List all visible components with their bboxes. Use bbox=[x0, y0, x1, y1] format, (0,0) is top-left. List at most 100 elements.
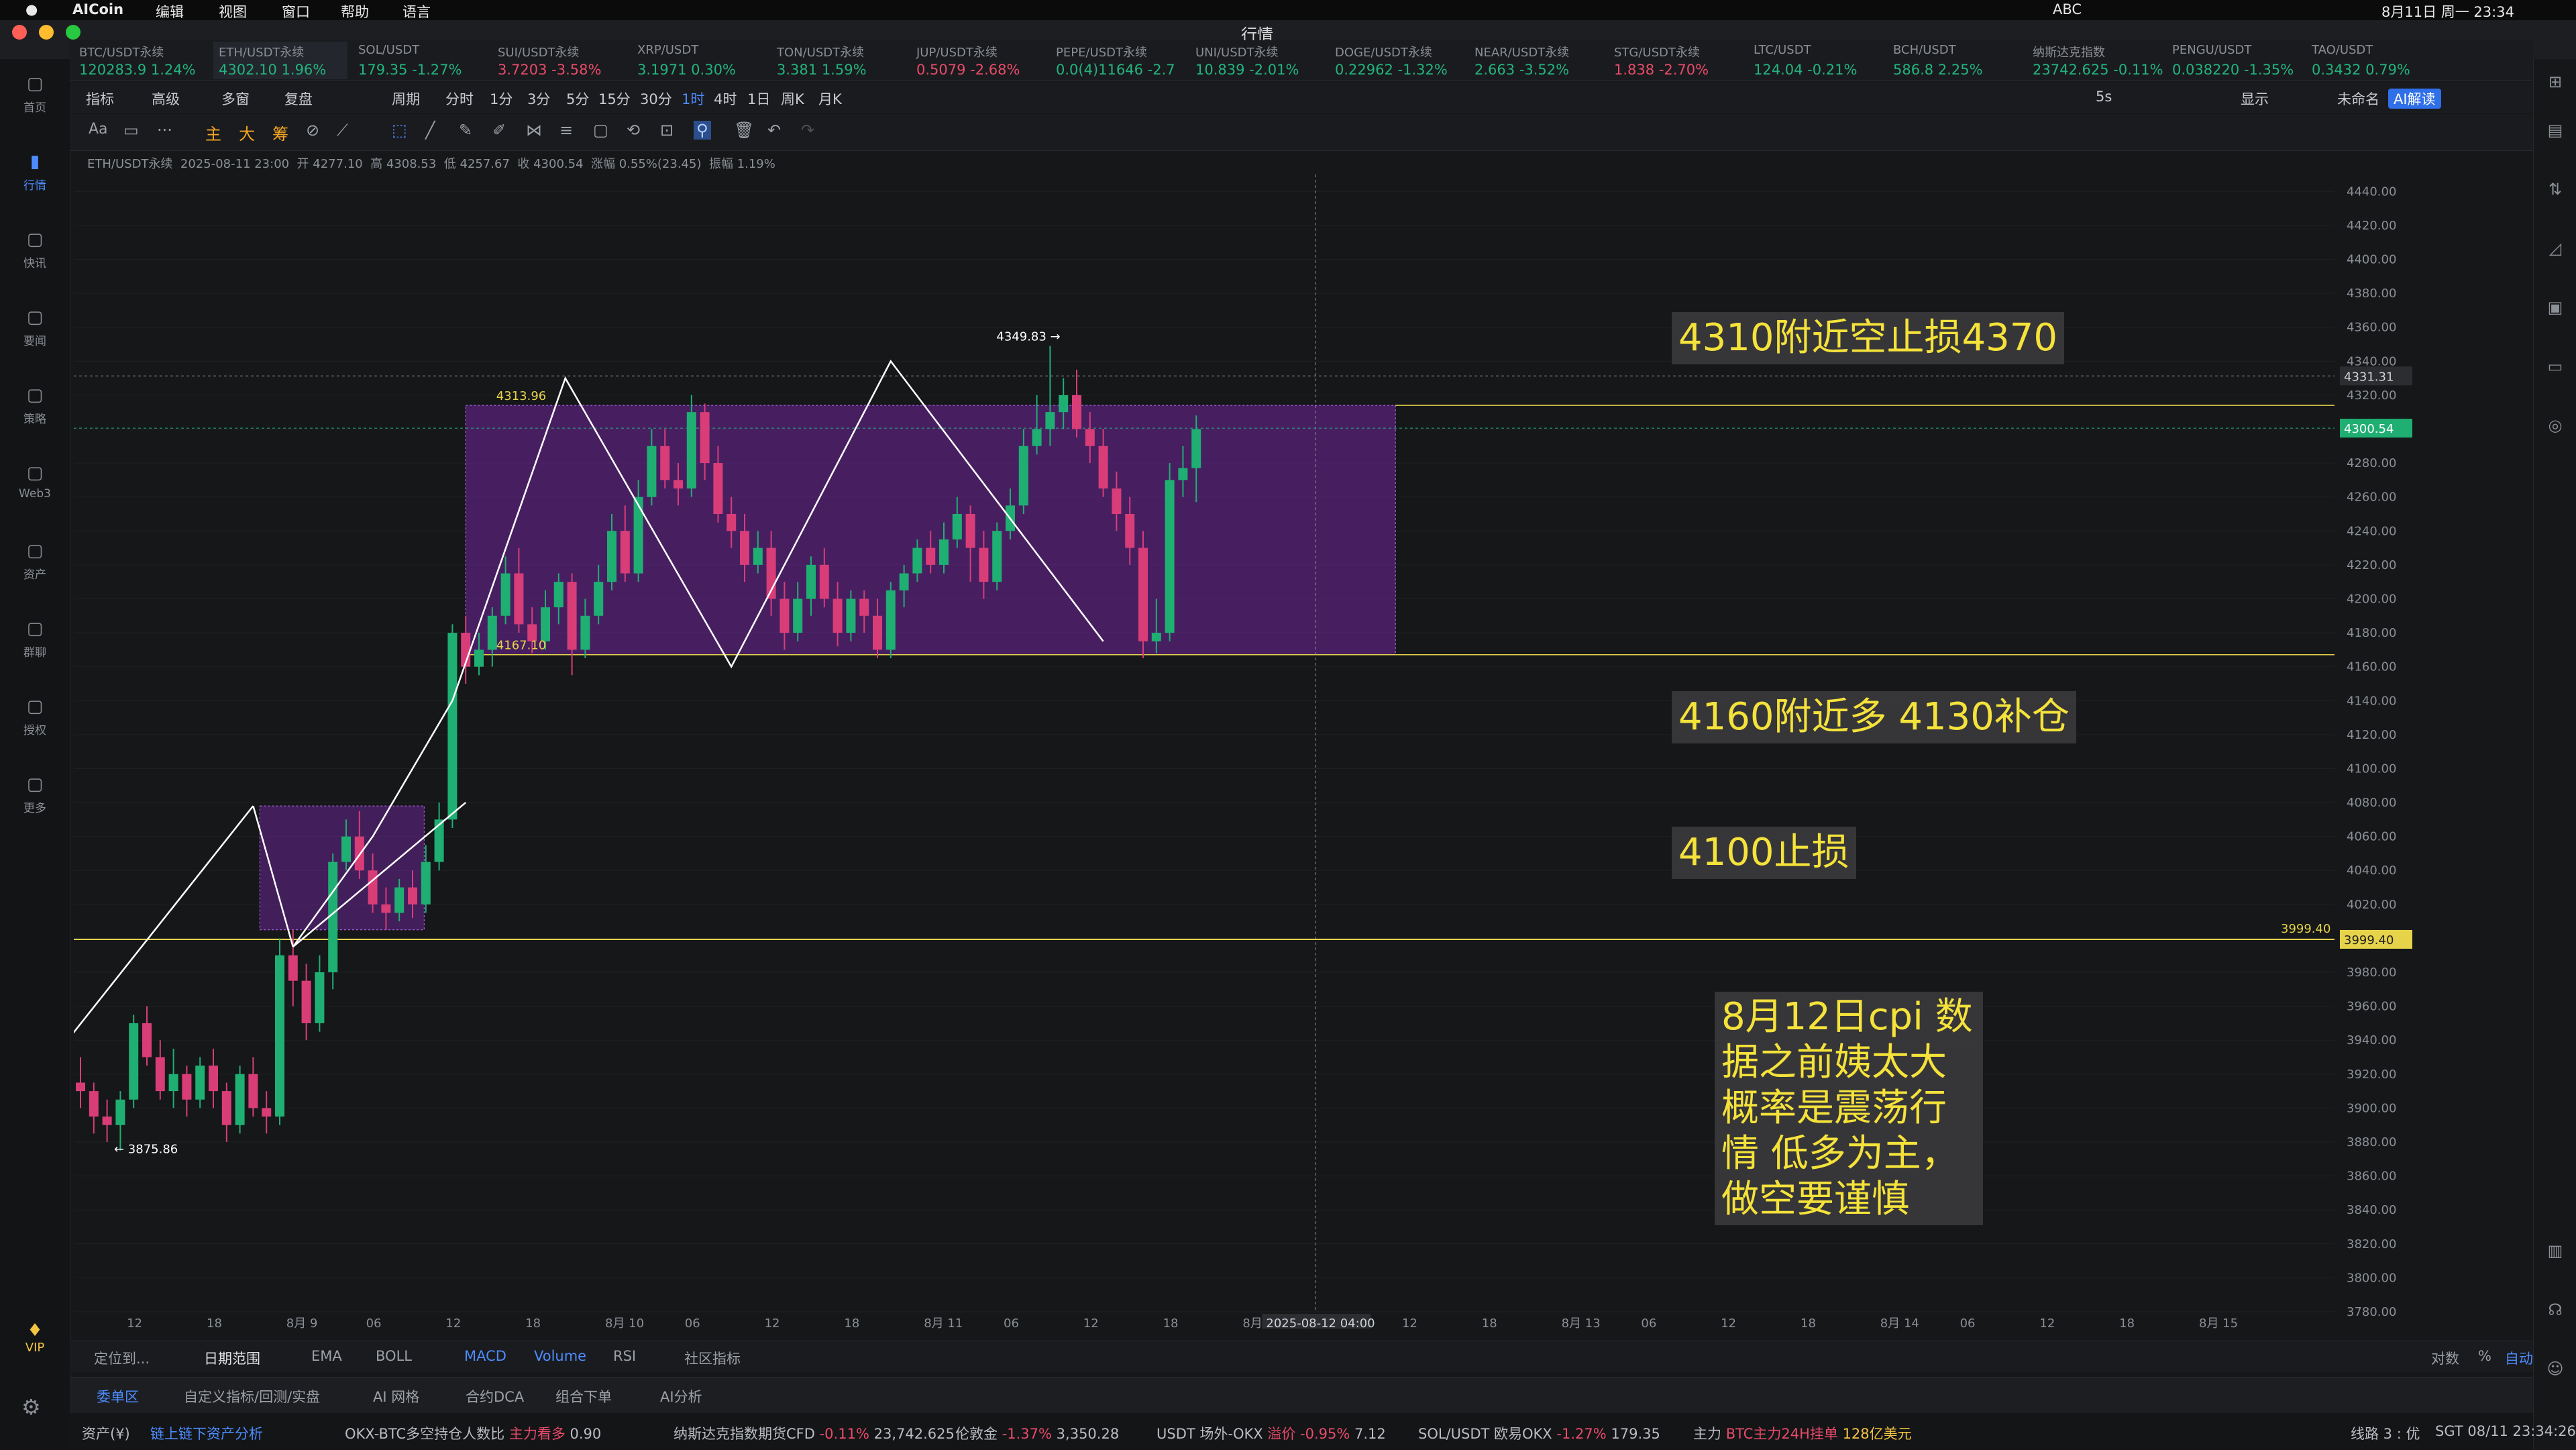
ticker-item[interactable]: BCH/USDT 586.8 2.25% bbox=[1888, 42, 2022, 79]
ticker-item[interactable]: BTC/USDT永续 120283.9 1.24% bbox=[74, 42, 208, 79]
toolbar-item[interactable]: 4时 bbox=[714, 89, 737, 109]
app-name[interactable]: AICoin bbox=[72, 1, 123, 17]
toolbar-item[interactable]: 1分 bbox=[490, 89, 513, 109]
macd-toggle[interactable]: MACD bbox=[464, 1348, 506, 1364]
toolbar-item[interactable]: 多窗 bbox=[221, 89, 250, 109]
wallet-icon[interactable]: ▭ bbox=[2546, 357, 2565, 376]
toolbar-item[interactable]: 15分 bbox=[598, 89, 631, 109]
boll-toggle[interactable]: BOLL bbox=[376, 1348, 412, 1364]
orderbook-icon[interactable]: ▤ bbox=[2546, 121, 2565, 140]
system-clock[interactable]: 8月11日 周一 23:34 bbox=[2381, 1, 2514, 21]
community-indicators[interactable]: 社区指标 bbox=[684, 1348, 741, 1368]
ticker-item[interactable]: JUP/USDT永续 0.5079 -2.68% bbox=[911, 42, 1045, 79]
zoom-window-button[interactable] bbox=[66, 25, 80, 40]
add-icon[interactable]: ⊞ bbox=[2546, 72, 2565, 91]
nav-item[interactable]: ▢ Web3 bbox=[0, 456, 70, 517]
toolbar-item[interactable]: 分时 bbox=[445, 89, 474, 109]
locate-button[interactable]: 定位到... bbox=[94, 1348, 150, 1368]
status-ticker[interactable]: 纳斯达克指数期货CFD -0.11% 23,742.625 bbox=[674, 1423, 955, 1443]
nav-item[interactable]: ▮ 行情 bbox=[0, 145, 70, 205]
panel-tab[interactable]: AI分析 bbox=[660, 1386, 702, 1406]
ticker-item[interactable]: LTC/USDT 124.04 -0.21% bbox=[1748, 42, 1882, 79]
ticker-item[interactable]: SUI/USDT永续 3.7203 -3.58% bbox=[492, 42, 627, 79]
menu-edit[interactable]: 编辑 bbox=[156, 1, 184, 21]
cycle-icon[interactable]: ⟲ bbox=[627, 121, 640, 140]
fib-icon[interactable]: ≡ bbox=[559, 121, 573, 140]
pen-icon[interactable]: ✎ bbox=[459, 121, 472, 140]
log-scale-toggle[interactable]: 对数 bbox=[2431, 1348, 2459, 1368]
toolbar-item[interactable]: 高级 bbox=[152, 89, 180, 109]
toolbar-item[interactable]: 月K bbox=[818, 89, 842, 109]
toolbar-right-item[interactable]: 显示 bbox=[2241, 89, 2269, 109]
pattern-icon[interactable]: ⋈ bbox=[526, 121, 542, 140]
panel-tab[interactable]: 合约DCA bbox=[466, 1386, 524, 1406]
ticker-item[interactable]: NEAR/USDT永续 2.663 -3.52% bbox=[1469, 42, 1603, 79]
ticker-item[interactable]: PENGU/USDT 0.038220 -1.35% bbox=[2167, 42, 2301, 79]
toolbar-right-item[interactable]: 5s bbox=[2096, 89, 2112, 105]
input-source[interactable]: ABC bbox=[2053, 1, 2082, 17]
status-ticker[interactable]: USDT 场外-OKX 溢价 -0.95% 7.12 bbox=[1157, 1423, 1386, 1443]
measure-icon[interactable]: ⟋ bbox=[337, 121, 348, 140]
ema-toggle[interactable]: EMA bbox=[311, 1348, 342, 1364]
chip-tool[interactable]: 筹 bbox=[272, 121, 288, 144]
close-window-button[interactable] bbox=[12, 25, 27, 40]
big-order-tool[interactable]: 大 bbox=[239, 121, 255, 144]
status-ticker[interactable]: SOL/USDT 欧易OKX -1.27% 179.35 bbox=[1418, 1423, 1660, 1443]
menu-view[interactable]: 视图 bbox=[219, 1, 247, 21]
filter-icon[interactable]: ⚲ bbox=[694, 121, 711, 140]
ticker-item[interactable]: ETH/USDT永续 4302.10 1.96% bbox=[213, 42, 347, 79]
shape-icon[interactable]: ▢ bbox=[593, 121, 608, 140]
assistant-icon[interactable]: ☺ bbox=[2546, 1359, 2565, 1378]
indicator-icon[interactable]: ▣ bbox=[2546, 298, 2565, 317]
toolbar-item[interactable]: 1时 bbox=[682, 89, 704, 109]
toolbar-right-item[interactable]: AI解读 bbox=[2388, 89, 2441, 109]
menu-help[interactable]: 帮助 bbox=[341, 1, 369, 21]
asset-label[interactable]: 资产(¥) bbox=[82, 1423, 130, 1443]
status-ticker[interactable]: 伦敦金 -1.37% 3,350.28 bbox=[955, 1423, 1119, 1443]
auto-scale-toggle[interactable]: 自动 bbox=[2505, 1348, 2533, 1368]
apple-icon[interactable]: ● bbox=[25, 1, 38, 17]
toolbar-item[interactable]: 30分 bbox=[640, 89, 672, 109]
toolbar-item[interactable]: 复盘 bbox=[284, 89, 313, 109]
candlestick-chart[interactable]: 4440.00 4420.00 4400.00 4380.00 4360.00 4340.… bbox=[74, 148, 2462, 1329]
main-indicator-tool[interactable]: 主 bbox=[205, 121, 221, 144]
redo-icon[interactable]: ↷ bbox=[801, 121, 814, 140]
menu-window[interactable]: 窗口 bbox=[282, 1, 310, 21]
ticker-item[interactable]: SOL/USDT 179.35 -1.27% bbox=[353, 42, 487, 79]
network-line[interactable]: 线路 3 : 优 bbox=[2351, 1423, 2420, 1443]
ticker-item[interactable]: PEPE/USDT永续 0.0(4)11646 -2.7 bbox=[1051, 42, 1185, 79]
nav-item[interactable]: ▢ 快讯 bbox=[0, 223, 70, 283]
panel-tab[interactable]: 自定义指标/回测/实盘 bbox=[184, 1386, 320, 1406]
chain-analysis-link[interactable]: 链上链下资产分析 bbox=[150, 1423, 263, 1443]
nav-item[interactable]: ▢ 更多 bbox=[0, 768, 70, 828]
panel-tab[interactable]: 委单区 bbox=[97, 1386, 139, 1406]
nav-item[interactable]: ▢ 首页 bbox=[0, 67, 70, 127]
ticker-item[interactable]: 纳斯达克指数 23742.625 -0.11% bbox=[2027, 42, 2163, 79]
panel-tab[interactable]: AI 网格 bbox=[373, 1386, 419, 1406]
percent-scale-toggle[interactable]: % bbox=[2478, 1348, 2491, 1364]
ticker-item[interactable]: STG/USDT永续 1.838 -2.70% bbox=[1609, 42, 1743, 79]
settings-icon[interactable]: ⚙ bbox=[21, 1394, 41, 1420]
layout-icon[interactable]: ▥ bbox=[2546, 1241, 2565, 1260]
minimize-window-button[interactable] bbox=[39, 25, 54, 40]
toolbar-right-item[interactable]: 未命名 bbox=[2337, 89, 2379, 109]
ticker-item[interactable]: DOGE/USDT永续 0.22962 -1.32% bbox=[1330, 42, 1464, 79]
select-icon[interactable]: ⬚ bbox=[392, 121, 407, 140]
status-ticker[interactable]: 主力 BTC主力24H挂单 128亿美元 bbox=[1693, 1423, 1912, 1443]
delete-icon[interactable]: 🗑 bbox=[734, 121, 754, 140]
menu-language[interactable]: 语言 bbox=[402, 1, 431, 21]
lock-icon[interactable]: ⊡ bbox=[660, 121, 674, 140]
toolbar-item[interactable]: 1日 bbox=[747, 89, 770, 109]
panel-tab[interactable]: 组合下单 bbox=[555, 1386, 612, 1406]
status-ticker[interactable]: OKX-BTC多空持仓人数比 主力看多 0.90 bbox=[345, 1423, 601, 1443]
nav-item[interactable]: ▢ 策略 bbox=[0, 378, 70, 439]
depth-icon[interactable]: ◿ bbox=[2546, 239, 2565, 258]
nav-item[interactable]: ▢ 要闻 bbox=[0, 301, 70, 361]
nav-item[interactable]: ▢ 群聊 bbox=[0, 612, 70, 672]
ticker-item[interactable]: XRP/USDT 3.1971 0.30% bbox=[632, 42, 766, 79]
nav-item[interactable]: ▢ 资产 bbox=[0, 534, 70, 594]
ticker-item[interactable]: UNI/USDT永续 10.839 -2.01% bbox=[1190, 42, 1324, 79]
toolbar-item[interactable]: 周K bbox=[781, 89, 804, 109]
date-range-button[interactable]: 日期范围 bbox=[204, 1348, 260, 1368]
nav-item[interactable]: ▢ 授权 bbox=[0, 690, 70, 750]
